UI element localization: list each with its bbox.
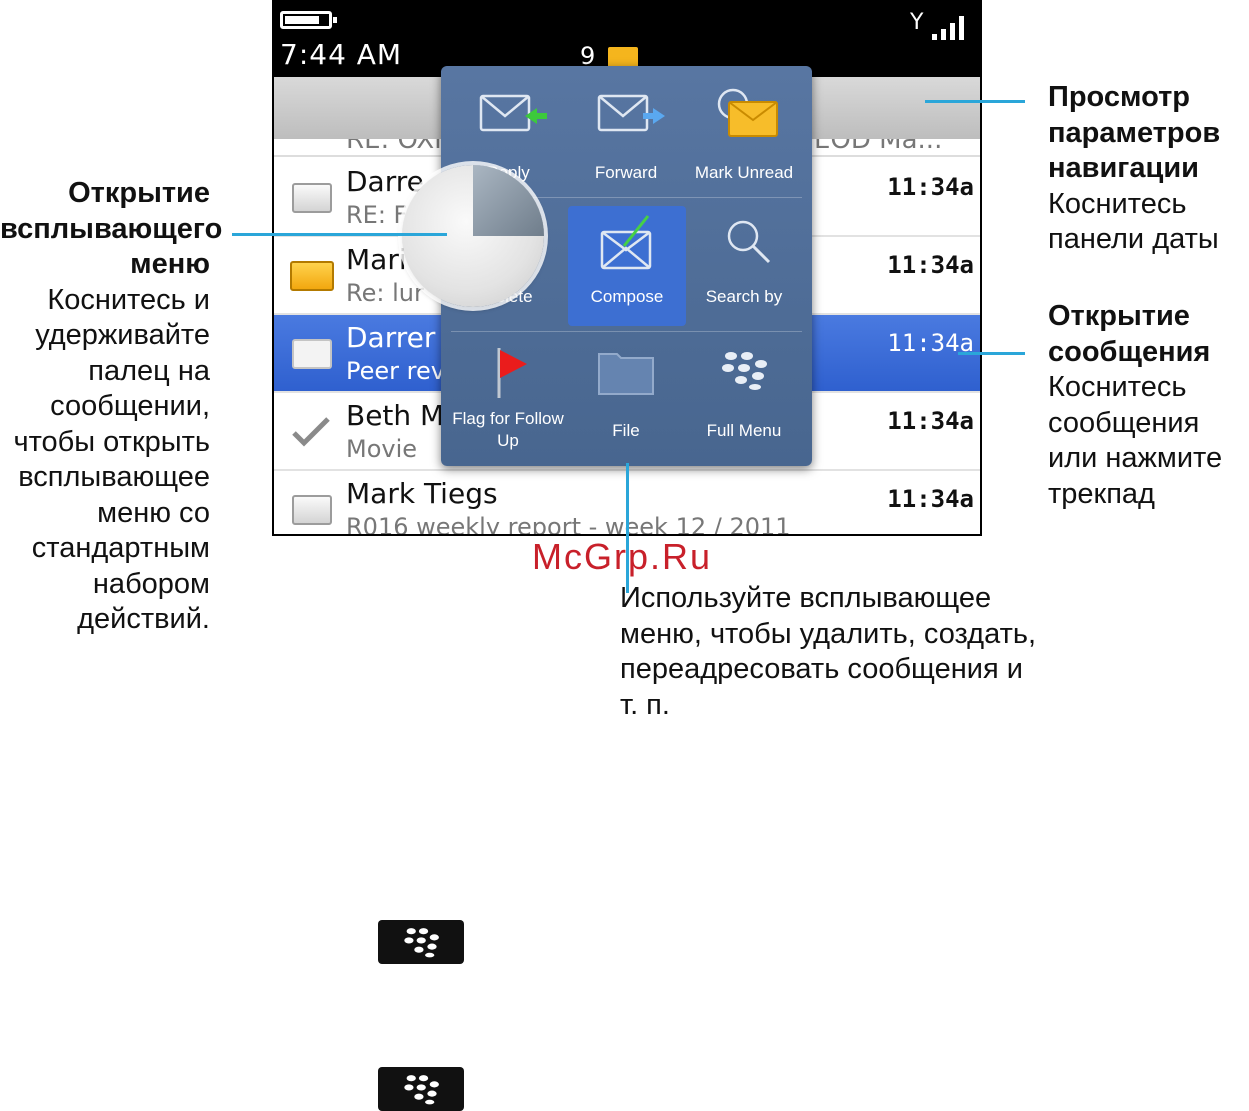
mark-unread-label: Mark Unread (694, 163, 794, 182)
callout-popup-open: Открытие всплывающего меню Коснитесь и у… (0, 176, 223, 638)
reply-icon (479, 94, 547, 132)
envelope-open-icon (290, 493, 334, 527)
callout-body: Коснитесь панели даты (1048, 187, 1219, 256)
forward-label: Forward (594, 163, 658, 182)
watermark: McGrp.Ru (532, 536, 713, 577)
message-time: 11:34a (887, 251, 974, 279)
flag-icon (497, 348, 527, 398)
message-sender: Mark Tiegs (346, 477, 498, 510)
signal-icon: Y (910, 12, 970, 40)
compose-label: Compose (590, 287, 664, 306)
menu-key-icon (378, 1067, 464, 1111)
clock: 7:44 AM (280, 38, 403, 71)
partial-subject-right: EOD Ma... (814, 139, 943, 155)
message-subject: Movie (346, 435, 418, 463)
callout-body: Коснитесь сообщения или нажмите трекпад (1048, 371, 1223, 510)
callout-line-datebar (925, 100, 1025, 103)
envelope-open-icon (290, 181, 334, 215)
callout-heading: Открытие всплывающего меню (0, 177, 223, 280)
message-sender: Mari (346, 243, 407, 276)
callout-heading: Открытие сообщения (1048, 300, 1211, 368)
forward-icon (597, 94, 665, 132)
menu-key-icon (378, 920, 464, 964)
message-subject: Re: lur (346, 279, 424, 307)
envelope-attachment-icon (290, 337, 334, 371)
search-by-button[interactable]: Search by (685, 206, 803, 326)
message-subject: RE: F (346, 201, 408, 229)
message-time: 11:34a (887, 407, 974, 435)
full-menu-label: Full Menu (706, 421, 782, 440)
flag-label: Flag for Follow Up (452, 409, 564, 450)
envelope-unread-icon (290, 259, 334, 293)
blackberry-icon (722, 352, 767, 390)
touch-indicator (402, 165, 544, 307)
forward-button[interactable]: Forward (567, 74, 685, 194)
message-subject: R016 weekly report - week 12 / 2011 (346, 513, 791, 536)
message-time: 11:34a (887, 485, 974, 513)
search-by-label: Search by (705, 287, 783, 306)
partial-subject: RE: OXI (346, 139, 442, 155)
callout-open-message: Открытие сообщения Коснитесь сообщения и… (1048, 299, 1248, 512)
checkmark-icon (290, 415, 334, 449)
folder-icon (598, 353, 654, 395)
message-time: 11:34a (887, 173, 974, 201)
full-menu-button[interactable]: Full Menu (685, 338, 803, 458)
message-sender: Darre (346, 165, 424, 198)
callout-body: Используйте всплывающее меню, чтобы удал… (620, 582, 1037, 721)
flag-button[interactable]: Flag for Follow Up (449, 338, 567, 458)
callout-heading: Просмотр параметров навигации (1048, 81, 1221, 184)
callout-line-message (958, 352, 1025, 355)
callout-navigation: Просмотр параметров навигации Коснитесь … (1048, 80, 1248, 258)
compose-icon (600, 215, 652, 270)
battery-icon (280, 11, 337, 29)
search-icon (727, 220, 771, 264)
file-label: File (612, 421, 640, 440)
mark-unread-button[interactable]: Mark Unread (685, 74, 803, 194)
callout-usage: Используйте всплывающее меню, чтобы удал… (620, 581, 1048, 723)
mark-unread-icon (717, 88, 778, 137)
compose-button[interactable]: Compose (568, 206, 686, 326)
message-sender: Beth M (346, 399, 445, 432)
callout-body: Коснитесь и удерживайте палец на сообщен… (13, 283, 210, 636)
callout-line-popup (232, 233, 447, 236)
message-subject: Peer rev (346, 357, 445, 385)
message-sender: Darrer (346, 321, 436, 354)
file-button[interactable]: File (567, 338, 685, 458)
